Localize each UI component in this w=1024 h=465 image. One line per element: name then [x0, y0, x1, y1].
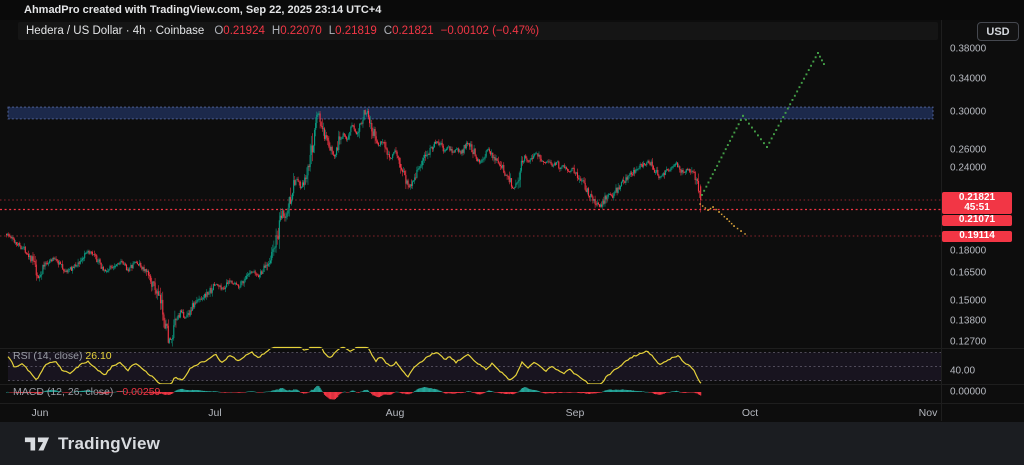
- macd-value: −0.00259: [116, 386, 160, 398]
- projection-drawings[interactable]: [699, 52, 825, 235]
- price-badge: 0.21071: [942, 215, 1012, 226]
- price-scale-label: 0.24000: [950, 163, 986, 174]
- resistance-zone[interactable]: [8, 107, 933, 119]
- rsi-pane[interactable]: [8, 348, 941, 385]
- rsi-pane-label[interactable]: RSI (14, close) 26.10: [13, 350, 112, 362]
- ohlc-high: H0.22070: [272, 25, 322, 37]
- price-badge: 0.19114: [942, 231, 1012, 242]
- price-scale-label: 40.00: [950, 366, 975, 377]
- ohlc-close: C0.21821: [384, 25, 434, 37]
- price-scale-label: 0.16500: [950, 268, 986, 279]
- time-scale-label: Aug: [386, 407, 405, 419]
- ohlc-low: L0.21819: [329, 25, 377, 37]
- chart-legend: Hedera / US Dollar · 4h · Coinbase O0.21…: [18, 22, 938, 40]
- price-scale-label: 0.13800: [950, 316, 986, 327]
- macd-pane-label[interactable]: MACD (12, 26, close) −0.00259: [13, 386, 160, 398]
- price-scale-label: 0.00000: [950, 387, 986, 398]
- time-scale-label: Jun: [32, 407, 49, 419]
- time-scale-label: Oct: [742, 407, 758, 419]
- price-badge: 0.2182145:51: [942, 192, 1012, 214]
- tradingview-logo-icon[interactable]: [24, 433, 50, 455]
- candlesticks[interactable]: [6, 108, 701, 346]
- currency-toggle-button[interactable]: USD: [977, 22, 1019, 41]
- price-scale-label: 0.26000: [950, 145, 986, 156]
- time-scale-label: Sep: [566, 407, 585, 419]
- tradingview-snapshot: AhmadPro created with TradingView.com, S…: [0, 0, 1024, 465]
- price-scale-label: 0.38000: [950, 44, 986, 55]
- brand-wordmark[interactable]: TradingView: [58, 434, 160, 454]
- price-chart-canvas[interactable]: [0, 0, 1024, 422]
- footer-brand-bar: TradingView: [0, 422, 1024, 465]
- ohlc-open: O0.21924: [214, 25, 265, 37]
- price-change: −0.00102 (−0.47%): [441, 25, 539, 37]
- price-scale-label: 0.15000: [950, 296, 986, 307]
- time-scale-label: Nov: [919, 407, 938, 419]
- rsi-value: 26.10: [85, 350, 111, 362]
- price-scale-label: 0.12700: [950, 337, 986, 348]
- symbol-title[interactable]: Hedera / US Dollar · 4h · Coinbase: [26, 25, 204, 37]
- price-scale-label: 0.30000: [950, 107, 986, 118]
- price-level-lines[interactable]: [0, 200, 941, 236]
- time-scale-label: Jul: [208, 407, 221, 419]
- price-scale-label: 0.34000: [950, 74, 986, 85]
- price-scale-label: 0.18000: [950, 246, 986, 257]
